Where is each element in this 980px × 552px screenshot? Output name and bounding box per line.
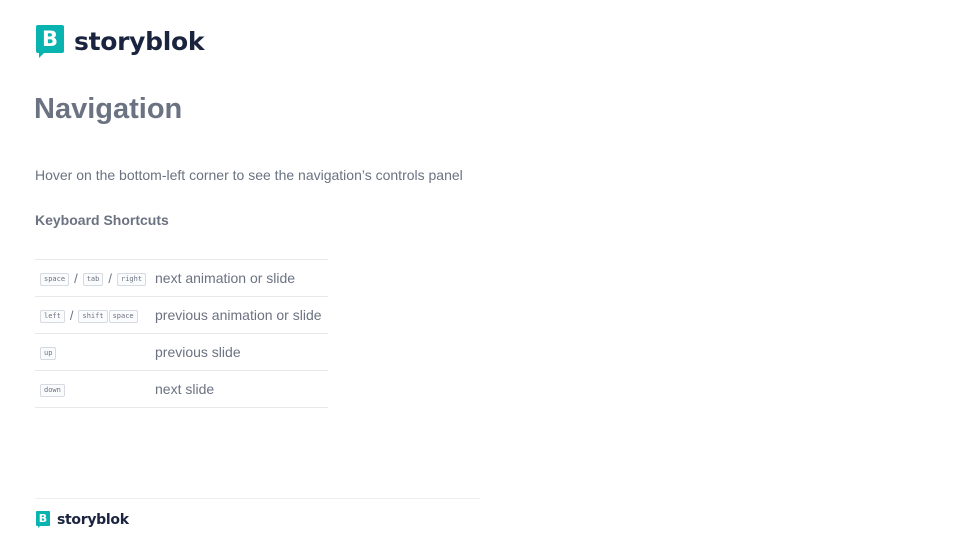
- storyblok-logo: B storyblok: [36, 25, 205, 58]
- shortcut-keys: space / tab / right: [35, 270, 155, 286]
- storyblok-logo-icon: B: [36, 511, 50, 529]
- key-separator: /: [69, 307, 74, 323]
- shortcut-keys: left / shift space: [35, 307, 155, 323]
- shortcuts-heading: Keyboard Shortcuts: [35, 212, 169, 228]
- storyblok-logo-icon: B: [36, 25, 64, 58]
- key-right: right: [116, 273, 147, 286]
- key-left: left: [40, 310, 65, 323]
- shortcut-keys: up: [35, 344, 155, 360]
- key-up: up: [40, 347, 57, 360]
- key-down: down: [40, 384, 65, 397]
- shortcut-description: next animation or slide: [155, 270, 296, 286]
- key-space: space: [40, 273, 70, 286]
- shortcut-description: previous slide: [155, 344, 241, 360]
- key-separator: /: [74, 270, 78, 286]
- shortcut-keys: down: [35, 381, 155, 397]
- key-separator: /: [108, 270, 112, 286]
- shortcut-row-next-slide: down next slide: [35, 371, 328, 408]
- shortcuts-table: space / tab / right next animation or sl…: [35, 259, 328, 408]
- page-title: Navigation: [34, 93, 183, 125]
- shortcut-row-next: space / tab / right next animation or sl…: [35, 260, 328, 297]
- key-space: space: [108, 310, 138, 323]
- shortcut-description: previous animation or slide: [155, 307, 322, 323]
- footer-divider: [35, 498, 480, 499]
- footer-logo: B storyblok: [36, 511, 129, 529]
- logo-wordmark: storyblok: [74, 27, 205, 56]
- footer-wordmark: storyblok: [57, 512, 129, 528]
- shortcut-row-previous-slide: up previous slide: [35, 334, 328, 371]
- key-tab: tab: [82, 273, 104, 286]
- key-shift: shift: [78, 310, 108, 323]
- intro-text: Hover on the bottom-left corner to see t…: [35, 167, 463, 183]
- shortcut-description: next slide: [155, 381, 215, 397]
- shortcut-row-previous: left / shift space previous animation or…: [35, 297, 328, 334]
